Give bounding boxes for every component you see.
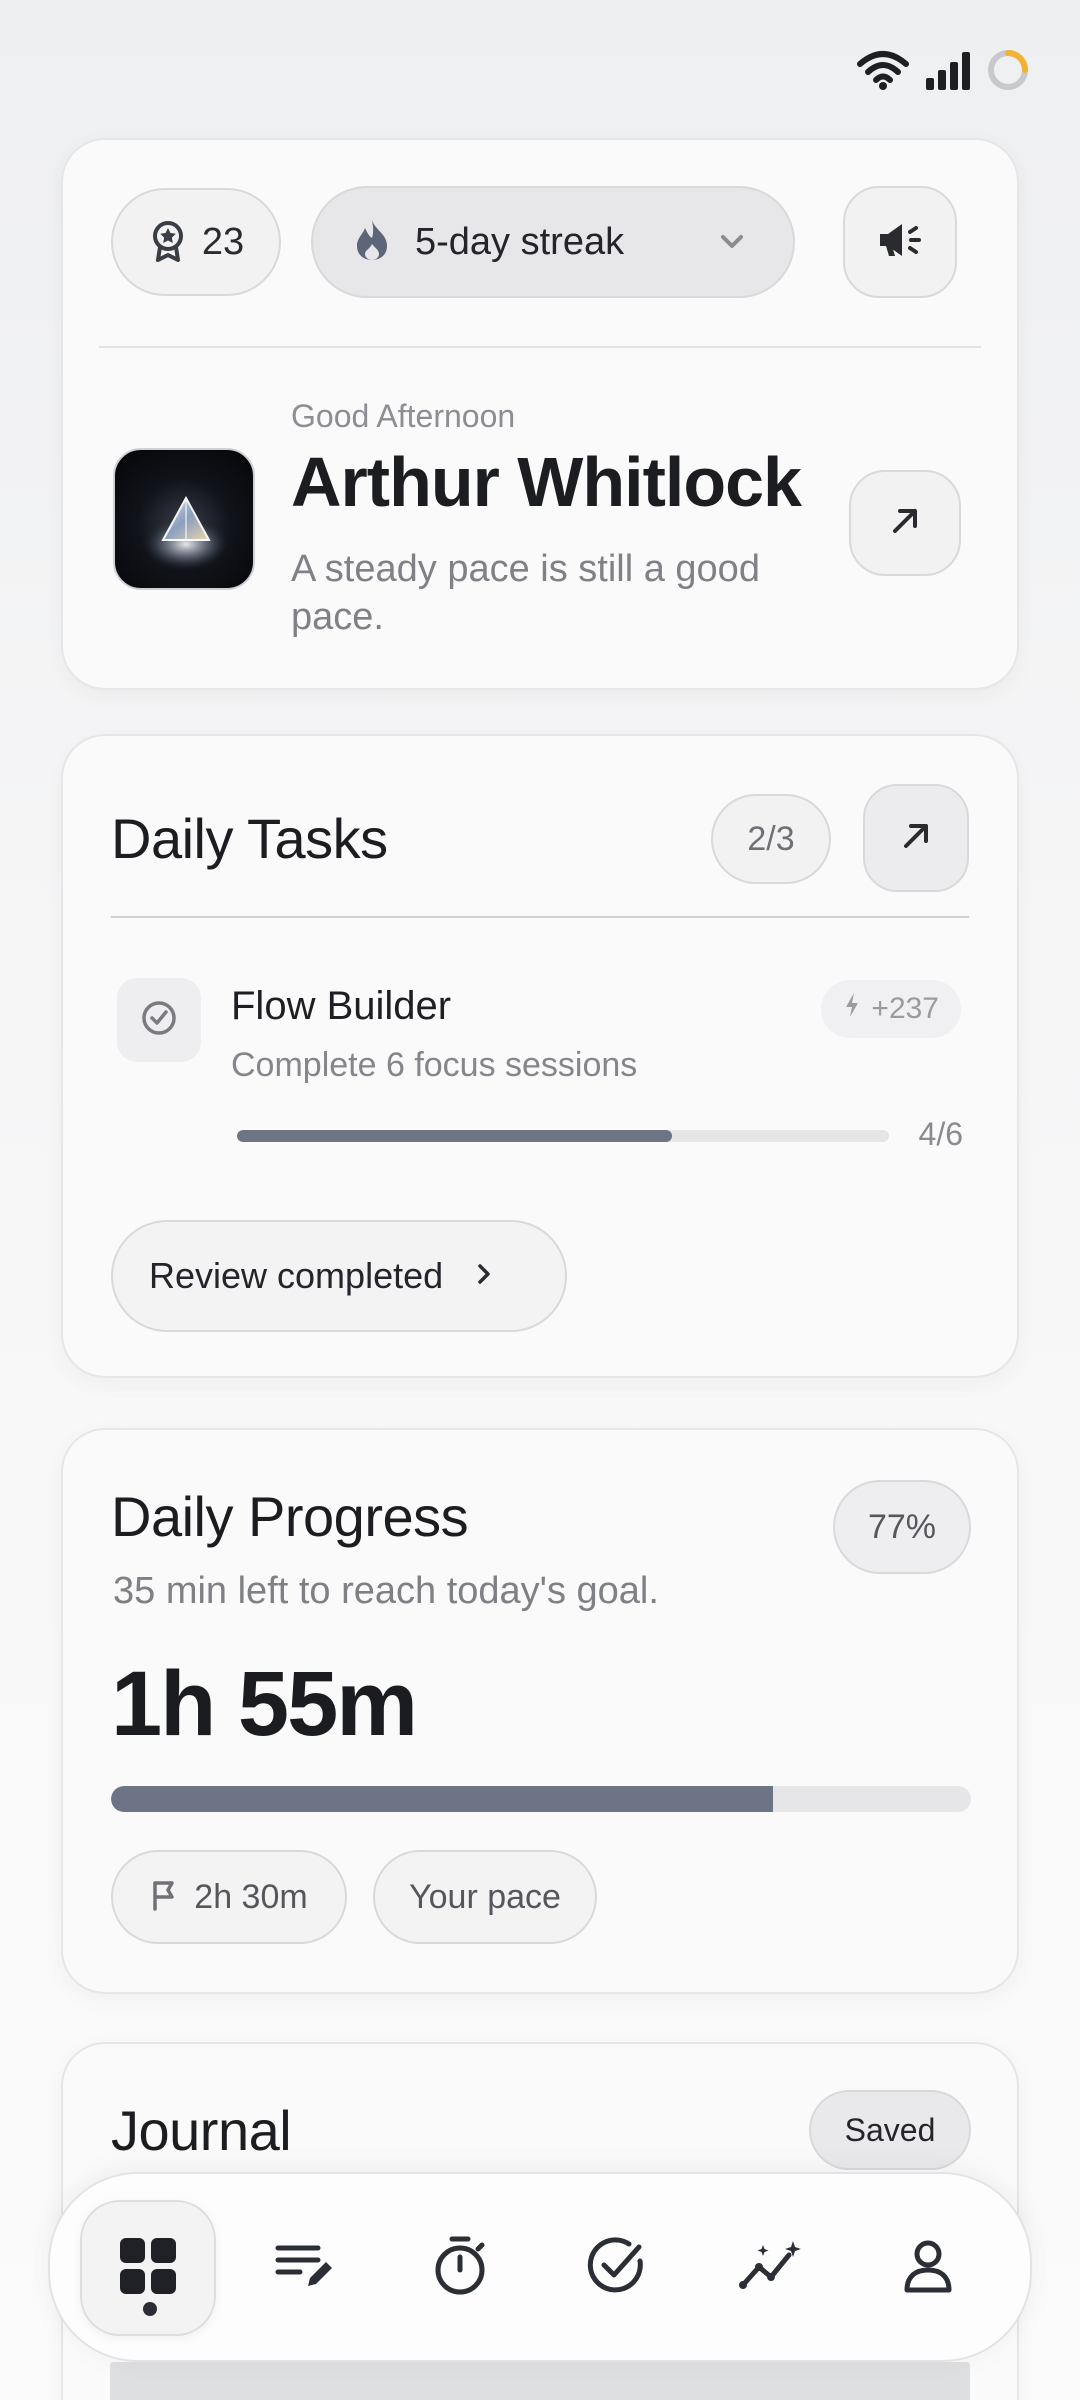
award-icon: [148, 218, 188, 267]
streak-label: 5-day streak: [415, 220, 625, 263]
greeting-text: Good Afternoon: [291, 398, 516, 434]
wifi-icon: [856, 50, 910, 90]
your-pace-chip[interactable]: Your pace: [373, 1850, 597, 1944]
user-icon: [902, 2238, 954, 2299]
goal-value: 2h 30m: [194, 1877, 308, 1916]
bottom-nav: [48, 2172, 1032, 2362]
trend-sparkle-icon: [739, 2239, 805, 2298]
nav-tasks[interactable]: [548, 2200, 684, 2336]
goal-chip[interactable]: 2h 30m: [111, 1850, 347, 1944]
signal-icon: [924, 50, 972, 90]
progress-percent-badge: 77%: [833, 1480, 971, 1574]
profile-card: 23 5-day streak Good Afternoon Arthur Wh…: [61, 138, 1019, 690]
journal-preview-strip: [110, 2362, 970, 2400]
task-name: Flow Builder: [231, 984, 452, 1028]
task-progress-bar: [237, 1130, 889, 1142]
tasks-divider: [111, 916, 969, 918]
progress-time: 1h 55m: [111, 1653, 418, 1755]
tasks-count: 2/3: [747, 819, 795, 858]
check-circle-icon: [585, 2235, 647, 2302]
xp-value: +237: [871, 992, 939, 1025]
points-badge[interactable]: 23: [111, 188, 281, 296]
arrow-up-right-icon: [899, 819, 933, 858]
prism-logo-icon: [128, 495, 244, 570]
nav-dashboard[interactable]: [80, 2200, 216, 2336]
your-pace-label: Your pace: [409, 1877, 561, 1916]
review-completed-button[interactable]: Review completed: [111, 1220, 567, 1332]
journal-status: Saved: [844, 2111, 936, 2148]
tasks-count-badge: 2/3: [711, 794, 831, 884]
open-profile-button[interactable]: [849, 470, 961, 576]
daily-progress-bar: [111, 1786, 971, 1812]
flag-icon: [150, 1879, 178, 1916]
daily-progress-fill: [111, 1786, 774, 1812]
chevron-down-icon: [717, 226, 747, 261]
task-progress-text: 4/6: [918, 1116, 963, 1152]
megaphone-icon: [876, 220, 924, 265]
journal-status-badge: Saved: [809, 2090, 971, 2170]
nav-journal[interactable]: [236, 2200, 372, 2336]
avatar[interactable]: [113, 448, 255, 590]
status-bar: [856, 48, 1030, 92]
task-check-icon-tile: [117, 978, 201, 1062]
flame-icon: [353, 218, 391, 267]
points-value: 23: [201, 220, 245, 263]
nav-timer[interactable]: [392, 2200, 528, 2336]
screen: 23 5-day streak Good Afternoon Arthur Wh…: [0, 0, 1080, 2400]
daily-tasks-card: Daily Tasks 2/3 Flow Builder Complete 6 …: [61, 734, 1019, 1378]
bolt-icon: [843, 991, 861, 1027]
chevron-right-icon: [473, 1260, 495, 1293]
user-name: Arthur Whitlock: [291, 443, 802, 521]
nav-profile[interactable]: [860, 2200, 996, 2336]
grid-icon: [118, 2236, 178, 2301]
daily-progress-title: Daily Progress: [111, 1485, 469, 1548]
open-tasks-button[interactable]: [863, 784, 969, 892]
daily-tasks-title: Daily Tasks: [111, 807, 388, 870]
daily-progress-card: Daily Progress 77% 35 min left to reach …: [61, 1428, 1019, 1994]
task-description: Complete 6 focus sessions: [231, 1046, 638, 1084]
tagline-text: A steady pace is still a good pace.: [291, 548, 760, 638]
active-indicator-dot: [143, 2302, 157, 2316]
streak-dropdown[interactable]: 5-day streak: [311, 186, 795, 298]
arrow-up-right-icon: [888, 504, 922, 543]
stopwatch-icon: [432, 2235, 488, 2302]
header-divider: [99, 346, 981, 348]
xp-badge: +237: [821, 980, 961, 1038]
nav-insights[interactable]: [704, 2200, 840, 2336]
progress-subtitle: 35 min left to reach today's goal.: [113, 1570, 659, 1612]
battery-ring-icon: [986, 48, 1030, 92]
note-edit-icon: [274, 2240, 334, 2297]
journal-title: Journal: [111, 2099, 292, 2162]
announcements-button[interactable]: [843, 186, 957, 298]
progress-percent: 77%: [867, 1507, 937, 1546]
check-circle-icon: [139, 998, 179, 1043]
task-progress-fill: [237, 1130, 672, 1142]
review-completed-label: Review completed: [149, 1255, 444, 1296]
